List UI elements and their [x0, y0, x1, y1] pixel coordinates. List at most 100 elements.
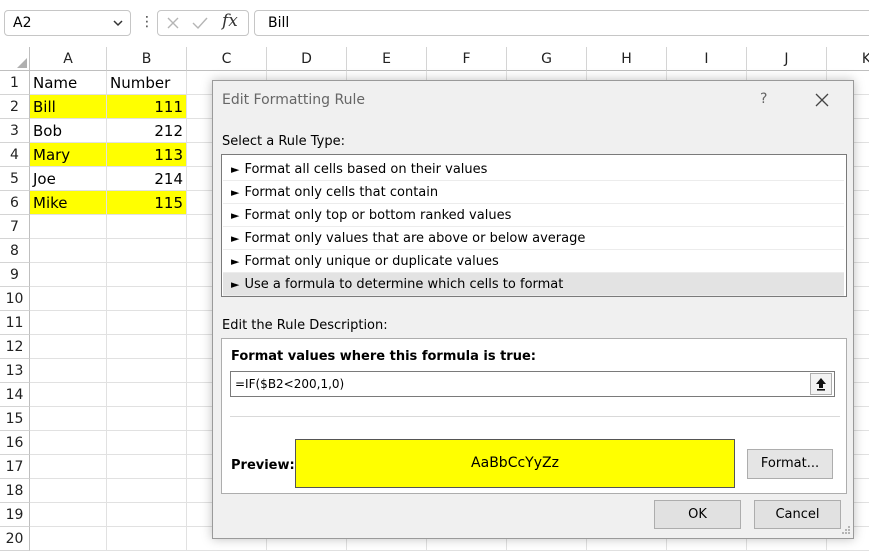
cell[interactable] [30, 503, 107, 527]
cell[interactable] [30, 527, 107, 551]
cell[interactable] [107, 407, 187, 431]
cell[interactable] [30, 359, 107, 383]
column-header-a[interactable]: A [30, 47, 107, 71]
cell[interactable]: Bill [30, 95, 107, 119]
row-header[interactable]: 5 [0, 167, 30, 191]
help-button[interactable]: ? [760, 91, 767, 107]
column-header-c[interactable]: C [187, 47, 267, 71]
row-header[interactable]: 15 [0, 407, 30, 431]
cancel-button[interactable]: Cancel [754, 500, 841, 529]
column-header-e[interactable]: E [347, 47, 427, 71]
column-header-g[interactable]: G [507, 47, 587, 71]
cell[interactable] [30, 407, 107, 431]
cell[interactable] [107, 503, 187, 527]
cell[interactable] [107, 311, 187, 335]
row-header[interactable]: 4 [0, 143, 30, 167]
name-box-value: A2 [13, 15, 32, 31]
cell[interactable]: 212 [107, 119, 187, 143]
cell[interactable] [107, 431, 187, 455]
column-header-f[interactable]: F [427, 47, 507, 71]
more-options-icon[interactable]: ⋮ [140, 14, 154, 30]
format-button[interactable]: Format... [747, 449, 833, 479]
cell[interactable]: 113 [107, 143, 187, 167]
column-header-k[interactable]: K [827, 47, 869, 71]
row-header[interactable]: 1 [0, 71, 30, 95]
cell[interactable] [107, 263, 187, 287]
rule-type-item[interactable]: ► Format only unique or duplicate values [223, 250, 844, 273]
rule-type-label: Format only cells that contain [244, 185, 439, 200]
rule-type-list[interactable]: ► Format all cells based on their values ►… [221, 154, 847, 297]
cell[interactable] [107, 359, 187, 383]
row-header[interactable]: 20 [0, 527, 30, 551]
cell[interactable] [30, 215, 107, 239]
cell[interactable] [107, 383, 187, 407]
cell[interactable]: 111 [107, 95, 187, 119]
cell[interactable] [30, 431, 107, 455]
cell[interactable]: Joe [30, 167, 107, 191]
cancel-icon[interactable] [166, 16, 180, 30]
chevron-down-icon[interactable] [112, 17, 124, 29]
select-all-corner[interactable] [0, 47, 30, 71]
rule-type-item[interactable]: ► Format only values that are above or be… [223, 227, 844, 250]
row-header[interactable]: 14 [0, 383, 30, 407]
column-header-j[interactable]: J [747, 47, 827, 71]
formula-input[interactable]: Bill [254, 10, 869, 36]
cell[interactable] [107, 527, 187, 551]
arrow-right-icon: ► [231, 163, 240, 176]
cell[interactable]: Name [30, 71, 107, 95]
rule-type-item[interactable]: ► Format only cells that contain [223, 181, 844, 204]
cell[interactable] [30, 311, 107, 335]
formula-bar-content: Bill [268, 15, 290, 31]
row-header[interactable]: 13 [0, 359, 30, 383]
cell[interactable]: 115 [107, 191, 187, 215]
cell[interactable]: Mary [30, 143, 107, 167]
cell[interactable] [107, 239, 187, 263]
rule-type-item[interactable]: ► Format only top or bottom ranked values [223, 204, 844, 227]
column-header-d[interactable]: D [267, 47, 347, 71]
rule-type-item[interactable]: ► Use a formula to determine which cells … [223, 273, 844, 296]
row-header[interactable]: 18 [0, 479, 30, 503]
cell[interactable] [30, 335, 107, 359]
enter-icon[interactable] [192, 16, 208, 30]
row-header[interactable]: 19 [0, 503, 30, 527]
cell[interactable] [30, 455, 107, 479]
cell[interactable] [107, 287, 187, 311]
insert-function-icon[interactable]: fx [222, 11, 238, 31]
row-header[interactable]: 9 [0, 263, 30, 287]
cell[interactable]: 214 [107, 167, 187, 191]
formula-field[interactable]: =IF($B2<200,1,0) [230, 371, 835, 397]
row-header[interactable]: 3 [0, 119, 30, 143]
cell[interactable] [107, 215, 187, 239]
row-header[interactable]: 10 [0, 287, 30, 311]
cell[interactable]: Number [107, 71, 187, 95]
collapse-dialog-button[interactable] [810, 373, 832, 395]
cell[interactable] [107, 335, 187, 359]
column-header-i[interactable]: I [667, 47, 747, 71]
cell[interactable] [107, 455, 187, 479]
ok-button[interactable]: OK [654, 500, 741, 529]
cell[interactable]: Bob [30, 119, 107, 143]
cell[interactable] [30, 239, 107, 263]
resize-grip-icon[interactable] [841, 525, 851, 535]
row-header[interactable]: 12 [0, 335, 30, 359]
row-header[interactable]: 7 [0, 215, 30, 239]
name-box[interactable]: A2 [4, 10, 131, 36]
row-header[interactable]: 2 [0, 95, 30, 119]
cell[interactable] [30, 383, 107, 407]
cell[interactable] [107, 479, 187, 503]
cell[interactable]: Mike [30, 191, 107, 215]
row-header[interactable]: 16 [0, 431, 30, 455]
row-header[interactable]: 11 [0, 311, 30, 335]
close-icon[interactable] [813, 91, 831, 109]
column-header-b[interactable]: B [107, 47, 187, 71]
row-header[interactable]: 8 [0, 239, 30, 263]
arrow-right-icon: ► [231, 278, 240, 291]
row-header[interactable]: 17 [0, 455, 30, 479]
row-header[interactable]: 6 [0, 191, 30, 215]
edit-formatting-rule-dialog: Edit Formatting Rule ? Select a Rule Typ… [212, 80, 854, 539]
column-header-h[interactable]: H [587, 47, 667, 71]
cell[interactable] [30, 263, 107, 287]
rule-type-item[interactable]: ► Format all cells based on their values [223, 158, 844, 181]
cell[interactable] [30, 287, 107, 311]
cell[interactable] [30, 479, 107, 503]
